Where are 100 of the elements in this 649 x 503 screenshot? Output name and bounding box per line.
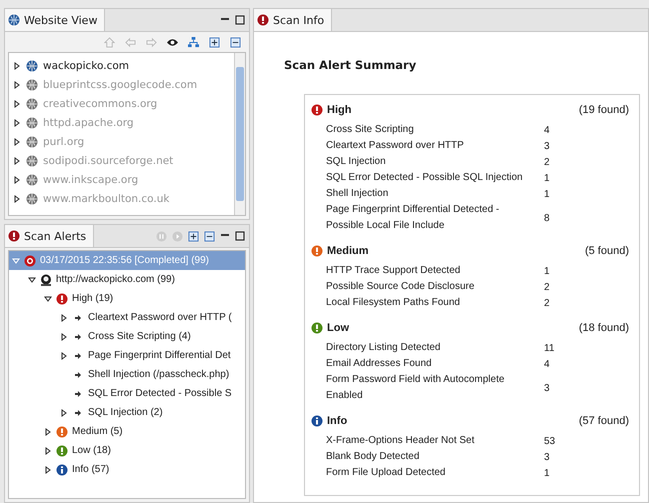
warning-icon xyxy=(56,426,68,438)
globe-icon xyxy=(26,116,38,128)
hierarchy-icon[interactable] xyxy=(188,36,199,48)
alert-count: 8 xyxy=(543,212,550,224)
alert-name: SQL Injection xyxy=(326,155,387,169)
tree-item[interactable]: SQL Injection (2) xyxy=(9,403,245,422)
tree-item[interactable]: Medium (5) xyxy=(9,422,245,441)
alert-count: 3 xyxy=(543,382,550,394)
collapse-all-icon[interactable] xyxy=(204,230,215,242)
maximize-icon[interactable] xyxy=(235,231,245,241)
globe-icon xyxy=(26,174,38,186)
scan-alerts-tab[interactable]: Scan Alerts xyxy=(5,225,94,247)
expand-arrow-icon[interactable] xyxy=(44,446,52,454)
globe-icon xyxy=(26,192,38,204)
alert-count: 11 xyxy=(543,342,554,354)
alert-name: Shell Injection xyxy=(326,187,390,201)
alert-name: Blank Body Detected xyxy=(326,450,420,464)
arrow-icon xyxy=(74,352,82,360)
found-count: (18 found) xyxy=(578,322,629,334)
expand-arrow-icon[interactable] xyxy=(60,352,68,360)
alert-name: Directory Listing Detected xyxy=(326,341,442,355)
scan-info-tab[interactable]: Scan Info xyxy=(254,9,332,31)
alert-count: 1 xyxy=(543,266,550,276)
arrow-icon xyxy=(74,332,82,340)
globe-icon xyxy=(26,98,38,110)
summary-heading: Scan Alert Summary xyxy=(284,58,418,72)
site-item[interactable]: wackopicko.com xyxy=(9,56,234,75)
host-icon xyxy=(40,274,52,286)
globe-icon xyxy=(26,60,38,72)
expand-arrow-icon[interactable] xyxy=(13,80,21,88)
alert-count: 4 xyxy=(543,358,550,370)
alert-name: Page Fingerprint Differential Detected - Possible Local File Include xyxy=(326,203,500,233)
expand-arrow-icon[interactable] xyxy=(60,332,68,340)
expand-arrow-icon[interactable] xyxy=(60,314,68,322)
tree-item[interactable]: Low (18) xyxy=(9,441,245,460)
alert-name: Local Filesystem Paths Found xyxy=(326,296,461,310)
found-count: (57 found) xyxy=(578,415,629,427)
expand-arrow-icon[interactable] xyxy=(44,428,52,436)
expand-arrow-icon[interactable] xyxy=(13,138,21,146)
arrow-icon xyxy=(74,370,82,378)
alert-count: 3 xyxy=(543,140,550,152)
info-icon xyxy=(56,464,68,476)
maximize-icon[interactable] xyxy=(235,15,245,25)
alert-icon xyxy=(8,230,20,242)
expand-arrow-icon[interactable] xyxy=(13,156,21,164)
alert-name: Possible Source Code Disclosure xyxy=(326,280,476,294)
alert-count: 2 xyxy=(543,282,550,292)
expand-arrow-icon[interactable] xyxy=(60,408,68,416)
warning-icon xyxy=(56,292,68,304)
arrow-icon xyxy=(74,390,82,398)
tree-item[interactable]: Info (57) xyxy=(9,460,245,479)
tree-item[interactable]: http://wackopicko.com (99) xyxy=(9,270,245,289)
expand-arrow-icon[interactable] xyxy=(13,100,21,108)
alert-name: Email Addresses Found xyxy=(326,357,433,371)
alert-count: 1 xyxy=(543,172,550,184)
tree-item[interactable]: Page Fingerprint Differential Det xyxy=(9,346,245,365)
globe-icon xyxy=(8,14,20,26)
warning-icon xyxy=(56,444,68,456)
severity-label: High xyxy=(327,104,352,116)
globe-icon xyxy=(26,136,38,148)
alert-icon xyxy=(257,14,269,26)
alert-count: 2 xyxy=(543,156,550,168)
alert-count: 53 xyxy=(543,436,556,446)
website-view-tab[interactable]: Website View xyxy=(5,9,106,31)
expand-arrow-icon[interactable] xyxy=(13,194,21,202)
expand-arrow-icon[interactable] xyxy=(13,176,21,184)
alert-count: 2 xyxy=(543,298,550,308)
arrow-icon xyxy=(74,408,82,416)
tree-item[interactable]: Cross Site Scripting (4) xyxy=(9,327,245,346)
alert-name: HTTP Trace Support Detected xyxy=(326,264,462,278)
severity-label: Info xyxy=(327,415,348,427)
expand-arrow-icon[interactable] xyxy=(28,276,36,284)
warning-icon xyxy=(311,245,323,257)
found-count: (5 found) xyxy=(584,245,629,257)
expand-arrow-icon[interactable] xyxy=(44,294,52,302)
alert-count: 4 xyxy=(543,124,550,136)
tree-item[interactable]: SQL Error Detected - Possible S xyxy=(9,384,245,403)
expand-all-icon[interactable] xyxy=(188,230,199,242)
scrollbar[interactable] xyxy=(234,53,245,215)
alert-count: 1 xyxy=(543,188,550,200)
tree-item[interactable]: High (19) xyxy=(9,289,245,308)
collapse-all-icon[interactable] xyxy=(230,36,241,48)
expand-all-icon[interactable] xyxy=(209,36,220,48)
warning-icon xyxy=(311,322,323,334)
arrow-icon xyxy=(74,314,82,322)
expand-arrow-icon[interactable] xyxy=(13,62,21,70)
info-icon xyxy=(311,415,323,427)
expand-arrow-icon[interactable] xyxy=(13,118,21,126)
expand-arrow-icon[interactable] xyxy=(44,466,52,474)
eye-icon[interactable] xyxy=(167,36,178,48)
severity-label: Medium xyxy=(327,245,369,257)
alert-name: Cross Site Scripting xyxy=(326,123,415,137)
severity-label: Low xyxy=(327,322,349,334)
globe-icon xyxy=(26,78,38,90)
warning-icon xyxy=(311,104,323,116)
tree-item[interactable]: Shell Injection (/passcheck.php) xyxy=(9,365,245,384)
tree-item[interactable]: Cleartext Password over HTTP ( xyxy=(9,308,245,327)
target-icon xyxy=(24,254,36,266)
globe-icon xyxy=(26,154,38,166)
alert-name: SQL Error Detected - Possible SQL Injection xyxy=(326,171,524,185)
